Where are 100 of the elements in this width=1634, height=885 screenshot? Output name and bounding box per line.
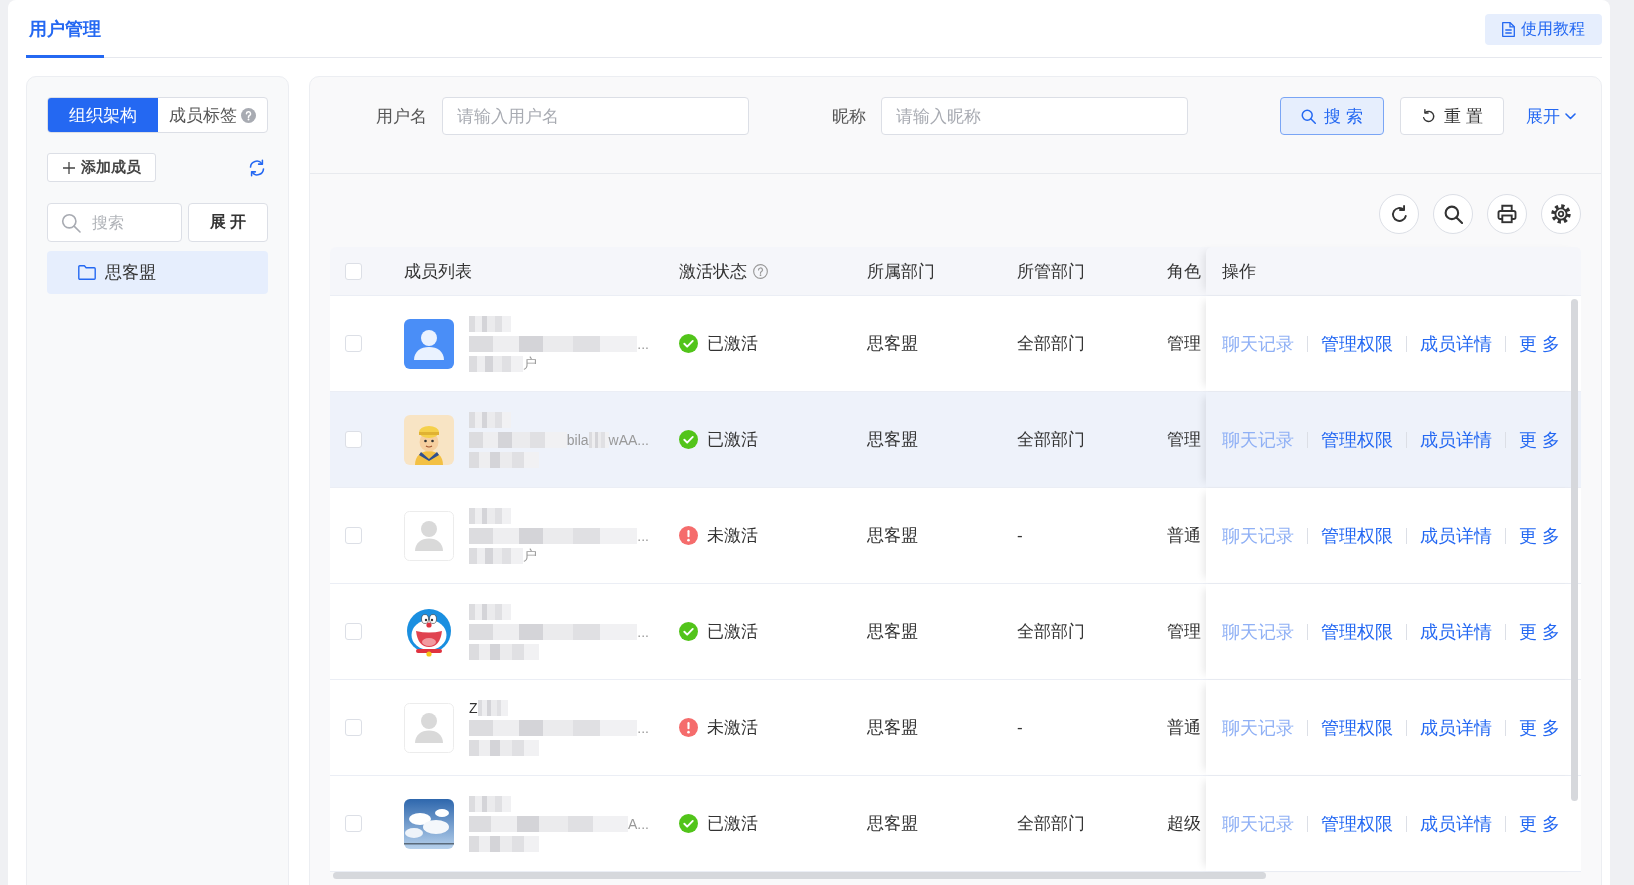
pixelated-text-drawing xyxy=(469,835,539,852)
role-text: 超级 xyxy=(1167,813,1201,835)
refresh-button[interactable] xyxy=(1379,194,1419,234)
role-text: 管理 xyxy=(1167,621,1201,643)
action-link[interactable]: 管理权限 xyxy=(1321,619,1393,644)
department-text: 思客盟 xyxy=(867,429,918,451)
field-label: 昵称 xyxy=(831,105,866,128)
name-fragment-text: ... xyxy=(637,335,649,352)
checkbox[interactable] xyxy=(345,719,362,736)
pixelated-text-drawing xyxy=(469,507,511,524)
action-link[interactable]: 管理权限 xyxy=(1321,811,1393,836)
managed-department-text: - xyxy=(1017,717,1023,738)
action-link[interactable]: 更 多 xyxy=(1519,619,1560,644)
pixelated-text-drawing xyxy=(469,355,523,372)
name-fragment-text: A... xyxy=(628,815,649,832)
pixelated-text-drawing xyxy=(469,451,539,468)
pixelated-text-drawing xyxy=(477,699,508,716)
column-header: 角色 xyxy=(1167,260,1201,283)
role-text: 管理 xyxy=(1167,333,1201,355)
status-text: 已激活 xyxy=(707,621,758,643)
refresh-icon xyxy=(1389,204,1409,224)
pixelated-text-drawing xyxy=(469,547,523,564)
folder-icon xyxy=(78,265,96,280)
action-link[interactable]: 成员详情 xyxy=(1420,715,1492,740)
department-text: 思客盟 xyxy=(867,813,918,835)
column-header: 所管部门 xyxy=(1017,260,1085,283)
department-text: 思客盟 xyxy=(867,717,918,739)
column-header: 激活状态 xyxy=(679,260,747,283)
segment-tab[interactable]: 组织架构 xyxy=(48,98,158,132)
vertical-scrollbar[interactable] xyxy=(1571,299,1578,801)
search-icon xyxy=(1443,204,1463,224)
tutorial-button[interactable]: 使用教程 xyxy=(1485,14,1602,45)
action-link[interactable]: 成员详情 xyxy=(1420,331,1492,356)
action-link[interactable]: 管理权限 xyxy=(1321,523,1393,548)
status-text: 已激活 xyxy=(707,333,758,355)
sky-photo xyxy=(404,798,454,849)
expand-link[interactable]: 展开 xyxy=(1526,97,1576,135)
pixelated-text-drawing xyxy=(469,795,511,812)
checkbox[interactable] xyxy=(345,623,362,640)
column-header: 成员列表 xyxy=(404,260,472,283)
tree-item[interactable]: 思客盟 xyxy=(47,251,268,294)
person-avatar-icon xyxy=(404,702,454,753)
search-field[interactable]: 搜索 xyxy=(47,203,182,242)
action-link[interactable]: 成员详情 xyxy=(1420,523,1492,548)
name-fragment-text: ... xyxy=(637,527,649,544)
action-link[interactable]: 管理权限 xyxy=(1321,331,1393,356)
managed-department-text: 全部部门 xyxy=(1017,621,1085,643)
role-text: 普通 xyxy=(1167,525,1201,547)
horizontal-scrollbar[interactable] xyxy=(333,872,1266,879)
page-tab[interactable]: 用户管理 xyxy=(26,0,104,58)
printer-icon xyxy=(1497,204,1517,224)
segment-tab[interactable]: 成员标签 xyxy=(157,98,267,132)
department-text: 思客盟 xyxy=(867,333,918,355)
name-fragment-text: wAA... xyxy=(608,431,649,448)
department-text: 思客盟 xyxy=(867,621,918,643)
action-link[interactable]: 管理权限 xyxy=(1321,427,1393,452)
expand-button[interactable]: 展 开 xyxy=(188,203,268,242)
checkbox[interactable] xyxy=(345,335,362,352)
search-icon xyxy=(1301,108,1317,124)
pixelated-text-drawing xyxy=(588,431,609,448)
checkbox[interactable] xyxy=(345,815,362,832)
person-avatar-icon xyxy=(404,510,454,561)
status-text: 未激活 xyxy=(707,525,758,547)
refresh-icon[interactable] xyxy=(248,158,266,177)
reset-icon xyxy=(1421,108,1437,124)
cartoon-cat-avatar-icon xyxy=(404,606,454,657)
action-link[interactable]: 更 多 xyxy=(1519,811,1560,836)
action-link[interactable]: 成员详情 xyxy=(1420,427,1492,452)
column-header: 所属部门 xyxy=(867,260,935,283)
pixelated-text-drawing xyxy=(469,603,511,620)
name-fragment-text: Z xyxy=(469,699,478,716)
cartoon-avatar-icon xyxy=(404,414,454,465)
managed-department-text: 全部部门 xyxy=(1017,429,1085,451)
action-link[interactable]: 更 多 xyxy=(1519,331,1560,356)
settings-button[interactable] xyxy=(1541,194,1581,234)
action-link[interactable]: 成员详情 xyxy=(1420,619,1492,644)
input-field[interactable]: 请输入用户名 xyxy=(442,97,749,135)
search-button[interactable]: 搜 索 xyxy=(1280,97,1384,135)
document-icon xyxy=(1502,22,1515,37)
print-button[interactable] xyxy=(1487,194,1527,234)
action-link[interactable]: 管理权限 xyxy=(1321,715,1393,740)
search-button[interactable] xyxy=(1433,194,1473,234)
action-link[interactable]: 更 多 xyxy=(1519,715,1560,740)
action-link[interactable]: 成员详情 xyxy=(1420,811,1492,836)
field-label: 用户名 xyxy=(375,105,427,128)
checkbox[interactable] xyxy=(345,262,362,280)
name-fragment-text: ... xyxy=(637,623,649,640)
managed-department-text: 全部部门 xyxy=(1017,813,1085,835)
status-text: 已激活 xyxy=(707,813,758,835)
name-fragment-text: 户 xyxy=(523,354,537,373)
action-link[interactable]: 更 多 xyxy=(1519,523,1560,548)
checkbox[interactable] xyxy=(345,527,362,544)
action-link[interactable]: 更 多 xyxy=(1519,427,1560,452)
status-text: 未激活 xyxy=(707,717,758,739)
checkbox[interactable] xyxy=(345,431,362,448)
reset-button[interactable]: 重 置 xyxy=(1400,97,1504,135)
add-member-button[interactable]: 添加成员 xyxy=(47,153,156,182)
input-field[interactable]: 请输入昵称 xyxy=(881,97,1188,135)
name-fragment-text: ... xyxy=(637,719,649,736)
managed-department-text: - xyxy=(1017,525,1023,546)
